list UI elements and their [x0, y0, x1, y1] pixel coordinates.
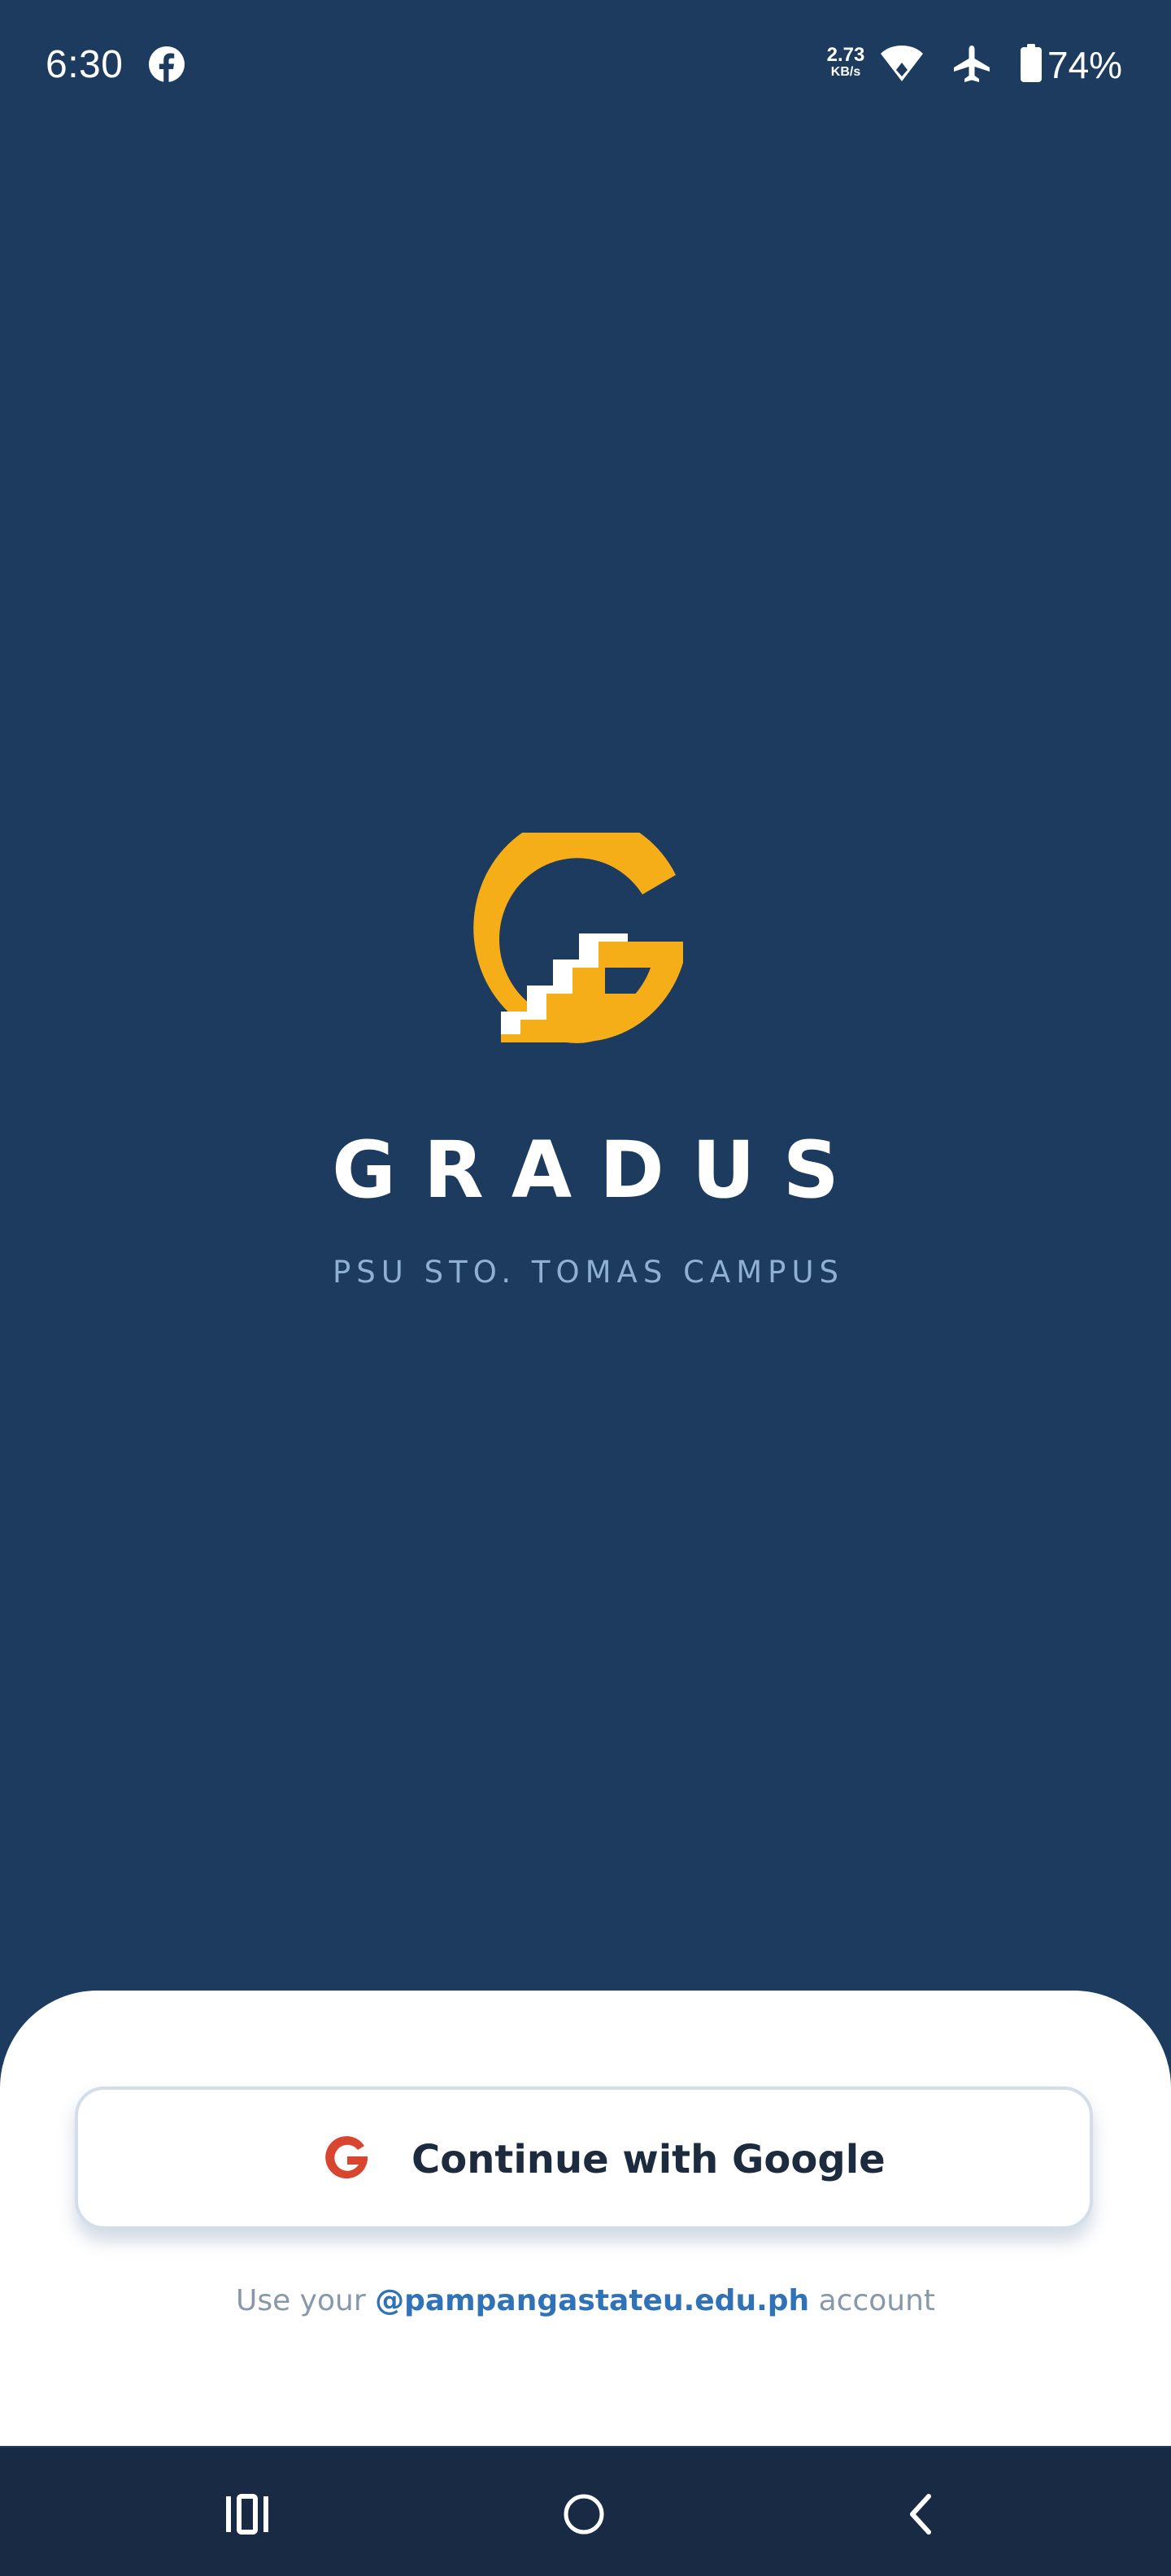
recent-apps-icon[interactable] — [207, 2474, 288, 2555]
hint-domain: @pampangastateu.edu.ph — [375, 2284, 810, 2317]
navigation-bar — [0, 2448, 1171, 2576]
sign-in-sheet: Continue with Google Use your @pampangas… — [0, 1991, 1171, 2446]
network-speed-unit: KB/s — [830, 65, 861, 79]
continue-with-google-button[interactable]: Continue with Google — [75, 2086, 1093, 2230]
campus-subtitle: PSU STO. TOMAS CAMPUS — [332, 1255, 845, 1290]
google-g-icon — [325, 2136, 368, 2179]
status-time: 6:30 — [46, 43, 124, 86]
battery-icon — [1021, 44, 1042, 82]
account-hint: Use your @pampangastateu.edu.ph account — [0, 2282, 1171, 2321]
network-speed: 2.73 KB/s — [821, 46, 870, 79]
back-icon[interactable] — [880, 2474, 961, 2555]
network-speed-value: 2.73 — [826, 44, 865, 66]
home-icon[interactable] — [543, 2474, 625, 2555]
app-title: GRADUS — [332, 1125, 867, 1216]
login-screen: 6:30 2.73 KB/s 74% GRADUS PSU STO. TOMAS… — [0, 0, 1171, 2576]
hint-prefix: Use your — [235, 2284, 366, 2317]
status-bar: 6:30 2.73 KB/s 74% — [0, 0, 1171, 130]
gradus-logo — [473, 833, 683, 1043]
hint-suffix: account — [818, 2284, 936, 2317]
google-button-label: Continue with Google — [411, 2137, 886, 2182]
battery-percent: 74% — [1047, 44, 1123, 86]
facebook-icon — [149, 46, 185, 83]
wifi-icon — [881, 46, 923, 81]
airplane-mode-icon — [954, 46, 990, 82]
